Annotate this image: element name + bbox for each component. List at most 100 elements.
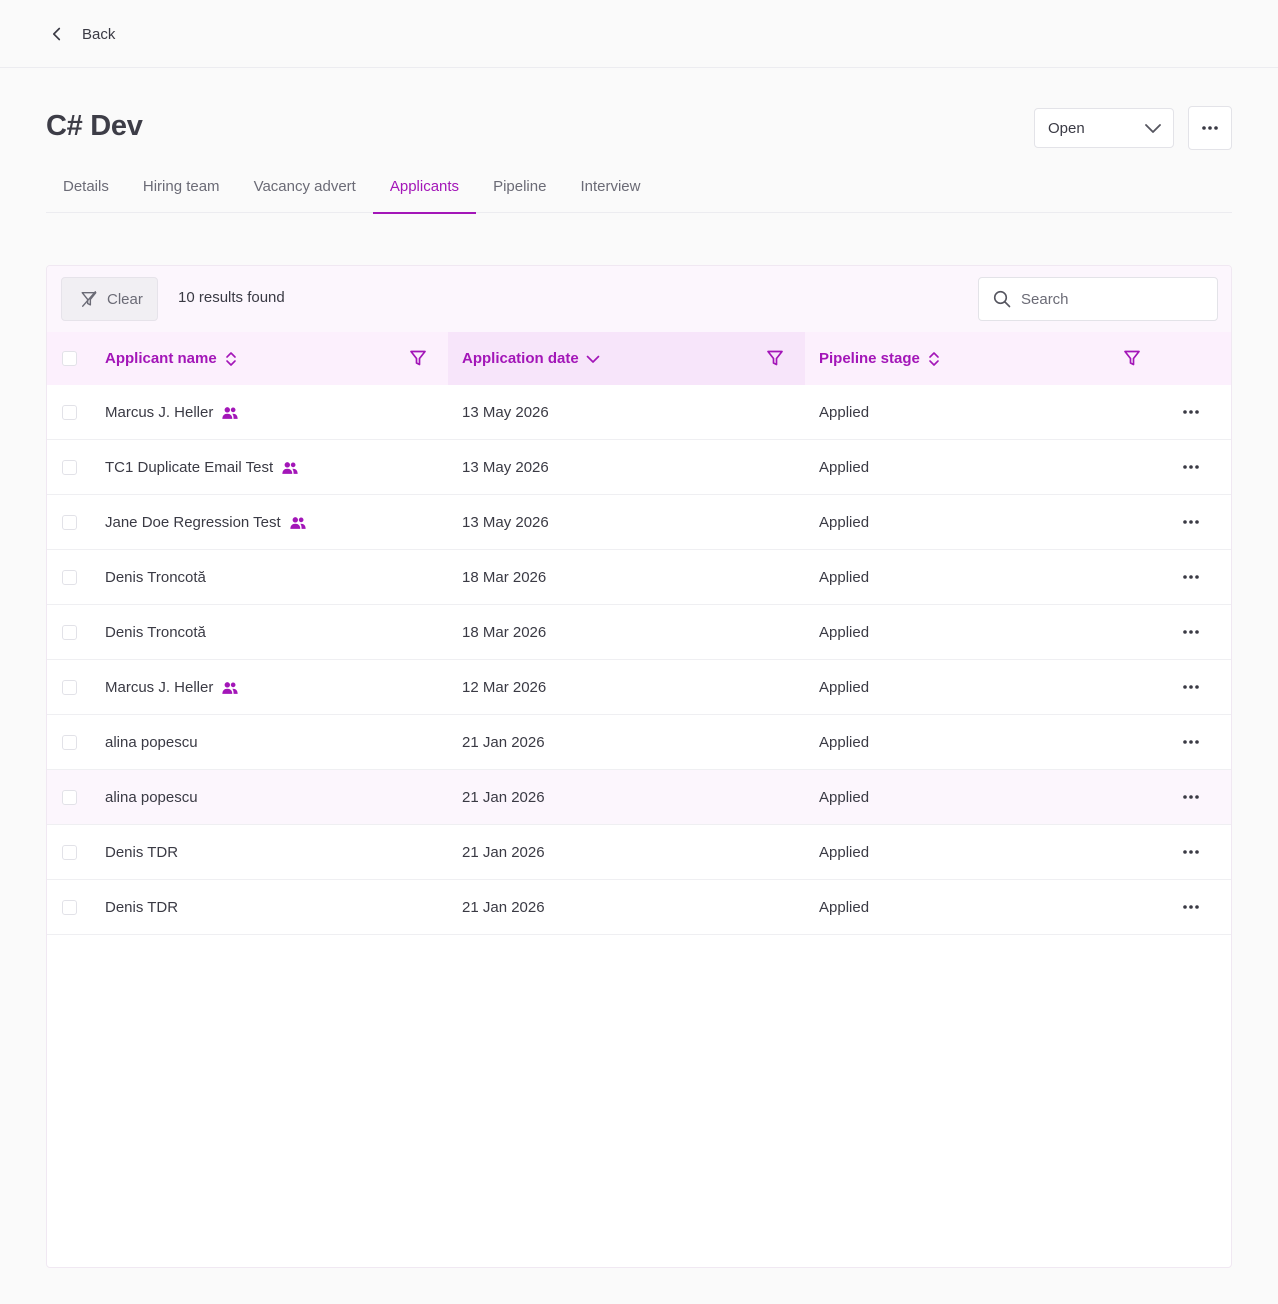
row-more-button[interactable] — [1178, 621, 1204, 643]
applicant-name-cell: Jane Doe Regression Test — [105, 495, 307, 550]
column-header-date[interactable]: Application date — [462, 332, 601, 385]
pipeline-stage: Applied — [819, 899, 870, 916]
table-row[interactable]: TC1 Duplicate Email Test 13 May 2026 Appli… — [47, 440, 1231, 495]
column-header-name[interactable]: Applicant name — [105, 332, 239, 385]
column-header-stage[interactable]: Pipeline stage — [819, 332, 942, 385]
pipeline-stage-cell: Applied — [819, 715, 869, 770]
pipeline-stage: Applied — [819, 844, 870, 861]
table-row[interactable]: alina popescu 21 Jan 2026 Applied — [47, 715, 1231, 770]
page-title: C# Dev — [46, 110, 143, 142]
row-more-button[interactable] — [1178, 676, 1204, 698]
applicant-name[interactable]: Marcus J. Heller — [105, 679, 213, 696]
pipeline-stage: Applied — [819, 789, 870, 806]
people-icon — [290, 516, 306, 529]
vacancy-more-button[interactable] — [1188, 106, 1232, 150]
people-icon — [222, 681, 239, 694]
filter-icon[interactable] — [409, 349, 427, 367]
application-date: 18 Mar 2026 — [462, 569, 547, 586]
row-checkbox[interactable] — [62, 845, 77, 860]
pipeline-stage-cell: Applied — [819, 605, 869, 660]
row-more-button[interactable] — [1178, 566, 1204, 588]
row-more-button[interactable] — [1178, 456, 1204, 478]
status-select[interactable]: Open — [1034, 108, 1174, 148]
filter-off-icon — [81, 291, 97, 307]
sort-icon — [225, 351, 236, 366]
row-checkbox[interactable] — [62, 735, 77, 750]
tab-details[interactable]: Details — [46, 164, 126, 213]
applicant-name[interactable]: Denis Troncotă — [105, 624, 206, 641]
tab-vacancy-advert[interactable]: Vacancy advert — [237, 164, 373, 213]
row-checkbox[interactable] — [62, 680, 77, 695]
select-all-checkbox[interactable] — [62, 351, 77, 366]
row-more-button[interactable] — [1178, 841, 1204, 863]
chevron-down-icon — [1145, 124, 1161, 133]
people-icon — [282, 461, 298, 474]
row-checkbox[interactable] — [62, 570, 77, 585]
applicant-name[interactable]: alina popescu — [105, 734, 198, 751]
application-date: 13 May 2026 — [462, 514, 549, 531]
applicant-name-cell: Denis TDR — [105, 825, 178, 880]
tab-hiring-team[interactable]: Hiring team — [126, 164, 237, 213]
application-date-cell: 21 Jan 2026 — [462, 825, 545, 880]
table-row[interactable]: Marcus J. Heller 12 Mar 2026 Applied — [47, 660, 1231, 715]
back-button[interactable]: Back — [46, 22, 115, 46]
chevron-left-icon — [52, 27, 61, 41]
more-horizontal-icon — [1183, 685, 1199, 689]
more-horizontal-icon — [1183, 410, 1199, 414]
sort-desc-icon — [586, 355, 600, 363]
more-horizontal-icon — [1183, 850, 1199, 854]
row-more-button[interactable] — [1178, 511, 1204, 533]
applicant-name-cell: Denis TDR — [105, 880, 178, 935]
application-date: 21 Jan 2026 — [462, 789, 545, 806]
applicant-name[interactable]: alina popescu — [105, 789, 198, 806]
row-more-button[interactable] — [1178, 401, 1204, 423]
applicant-name[interactable]: TC1 Duplicate Email Test — [105, 459, 273, 476]
application-date-cell: 13 May 2026 — [462, 440, 549, 495]
status-value: Open — [1048, 119, 1085, 137]
application-date-cell: 13 May 2026 — [462, 385, 549, 440]
application-date: 13 May 2026 — [462, 459, 549, 476]
application-date-cell: 21 Jan 2026 — [462, 880, 545, 935]
application-date: 12 Mar 2026 — [462, 679, 547, 696]
filter-icon[interactable] — [766, 349, 784, 367]
pipeline-stage: Applied — [819, 459, 870, 476]
application-date: 13 May 2026 — [462, 404, 549, 421]
clear-filters-button[interactable]: Clear — [61, 277, 158, 321]
applicant-name[interactable]: Jane Doe Regression Test — [105, 514, 281, 531]
applicant-name[interactable]: Denis TDR — [105, 899, 178, 916]
application-date: 18 Mar 2026 — [462, 624, 547, 641]
table-row[interactable]: Denis TDR 21 Jan 2026 Applied — [47, 825, 1231, 880]
search-icon — [993, 290, 1011, 308]
table-row[interactable]: Denis Troncotă 18 Mar 2026 Applied — [47, 605, 1231, 660]
row-checkbox[interactable] — [62, 625, 77, 640]
pipeline-stage-cell: Applied — [819, 550, 869, 605]
row-more-button[interactable] — [1178, 731, 1204, 753]
table-row[interactable]: Jane Doe Regression Test 13 May 2026 Appli… — [47, 495, 1231, 550]
row-checkbox[interactable] — [62, 405, 77, 420]
applicants-panel: Clear 10 results found Applicant name Ap… — [46, 265, 1232, 1268]
row-checkbox[interactable] — [62, 900, 77, 915]
clear-label: Clear — [107, 290, 143, 308]
applicant-name-cell: Marcus J. Heller — [105, 385, 239, 440]
table-row[interactable]: Denis TDR 21 Jan 2026 Applied — [47, 880, 1231, 935]
applicant-name[interactable]: Denis TDR — [105, 844, 178, 861]
row-more-button[interactable] — [1178, 896, 1204, 918]
table-row[interactable]: Marcus J. Heller 13 May 2026 Applied — [47, 385, 1231, 440]
row-more-button[interactable] — [1178, 786, 1204, 808]
table-row[interactable]: alina popescu 21 Jan 2026 Applied — [47, 770, 1231, 825]
tab-interview[interactable]: Interview — [563, 164, 657, 213]
row-checkbox[interactable] — [62, 790, 77, 805]
more-horizontal-icon — [1183, 465, 1199, 469]
application-date-cell: 13 May 2026 — [462, 495, 549, 550]
table-row[interactable]: Denis Troncotă 18 Mar 2026 Applied — [47, 550, 1231, 605]
row-checkbox[interactable] — [62, 460, 77, 475]
applicant-name[interactable]: Denis Troncotă — [105, 569, 206, 586]
search-input[interactable] — [1021, 290, 1201, 308]
application-date: 21 Jan 2026 — [462, 899, 545, 916]
row-checkbox[interactable] — [62, 515, 77, 530]
back-label: Back — [82, 25, 116, 43]
tab-pipeline[interactable]: Pipeline — [476, 164, 563, 213]
filter-icon[interactable] — [1123, 349, 1141, 367]
applicant-name[interactable]: Marcus J. Heller — [105, 404, 213, 421]
tab-applicants[interactable]: Applicants — [372, 164, 477, 214]
